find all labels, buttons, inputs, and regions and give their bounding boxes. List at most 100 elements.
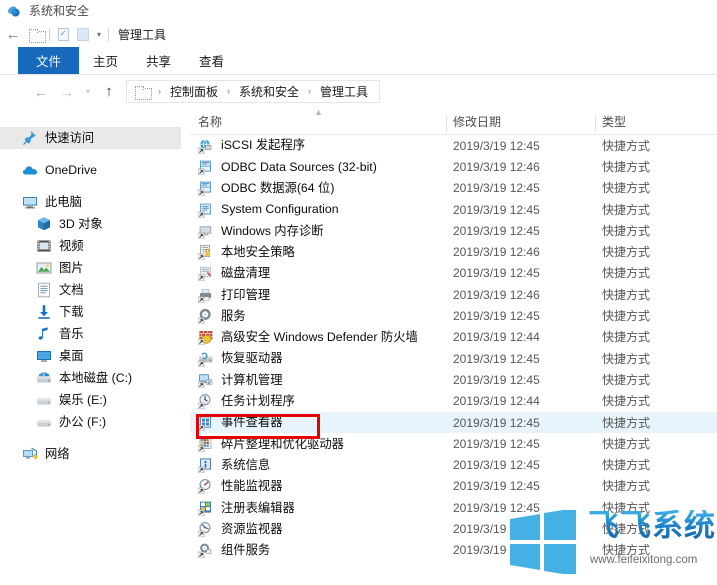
sidebar-item-3[interactable]: 3D 对象 [0, 213, 190, 235]
sidebar-item-label: 办公 (F:) [59, 414, 107, 429]
table-row[interactable]: Windows 内存诊断 2019/3/19 12:45 快捷方式 [190, 220, 717, 241]
file-name-cell[interactable]: 碎片整理和优化驱动器 [198, 436, 344, 452]
file-name-cell[interactable]: 恢复驱动器 [198, 351, 283, 367]
sidebar-item-4[interactable]: 视频 [0, 235, 190, 257]
explorer-body: 快速访问 OneDrive 此电脑 3D 对象视频图片 文档下载音乐 桌面 本地磁盘 (C:… [0, 108, 717, 585]
table-row[interactable]: 恢复驱动器 2019/3/19 12:45 快捷方式 [190, 348, 717, 369]
table-row[interactable]: 事件查看器 2019/3/19 12:45 快捷方式 [190, 411, 717, 434]
file-name-label: 本地安全策略 [221, 244, 295, 259]
forward-button[interactable]: → [54, 79, 80, 105]
table-row[interactable]: 资源监视器 2019/3/19 12:45 快捷方式 [190, 518, 717, 539]
table-row[interactable]: ODBC 数据源(64 位) 2019/3/19 12:45 快捷方式 [190, 178, 717, 199]
breadcrumb[interactable]: › 控制面板 › 系统和安全 › 管理工具 [126, 80, 381, 103]
file-name-cell[interactable]: 系统信息 [198, 457, 270, 474]
file-name-cell[interactable]: 磁盘清理 [198, 265, 270, 282]
column-header-date[interactable]: 修改日期 [453, 113, 501, 134]
breadcrumb-item-system-security[interactable]: 系统和安全 [236, 83, 302, 100]
properties-icon[interactable] [53, 25, 73, 45]
file-name-cell[interactable]: 服务 [198, 308, 246, 325]
file-name-cell[interactable]: System Configuration [198, 202, 339, 218]
column-header-type[interactable]: 类型 [602, 113, 626, 134]
odbc-icon [198, 180, 214, 197]
breadcrumb-separator-2[interactable]: › [302, 87, 317, 96]
table-row[interactable]: 组件服务 2019/3/19 12:45 快捷方式 [190, 540, 717, 561]
tab-file[interactable]: 文件 [18, 47, 80, 74]
sidebar-item-label: 下载 [59, 304, 84, 319]
breadcrumb-separator-1[interactable]: › [221, 87, 236, 96]
sidebar-item-8[interactable]: 音乐 [0, 323, 190, 345]
title-back-icon[interactable]: ← [0, 24, 26, 46]
table-row[interactable]: 碎片整理和优化驱动器 2019/3/19 12:45 快捷方式 [190, 433, 717, 454]
table-row[interactable]: 磁盘清理 2019/3/19 12:45 快捷方式 [190, 263, 717, 284]
file-type-cell: 快捷方式 [602, 138, 651, 153]
file-name-cell[interactable]: 性能监视器 [198, 478, 283, 495]
file-date-cell: 2019/3/19 12:45 [453, 223, 540, 238]
sidebar-item-5[interactable]: 图片 [0, 257, 190, 279]
recent-locations-button[interactable]: ▾ [80, 79, 96, 105]
file-name-cell[interactable]: 事件查看器 [198, 415, 283, 431]
breadcrumb-item-admin-tools[interactable]: 管理工具 [317, 83, 371, 100]
file-name-cell[interactable]: 本地安全策略 [198, 244, 295, 261]
file-name-cell[interactable]: 任务计划程序 [198, 393, 295, 410]
table-row[interactable]: 本地安全策略 2019/3/19 12:46 快捷方式 [190, 241, 717, 262]
table-row[interactable]: 任务计划程序 2019/3/19 12:44 快捷方式 [190, 391, 717, 412]
sidebar-item-9[interactable]: 桌面 [0, 345, 190, 367]
sidebar-item-10[interactable]: 本地磁盘 (C:) [0, 367, 190, 389]
table-row[interactable]: 高级安全 Windows Defender 防火墙 2019/3/19 12:44… [190, 327, 717, 348]
music-icon [36, 326, 52, 342]
sidebar-item-13[interactable]: 网络 [0, 443, 190, 465]
breadcrumb-separator-0[interactable]: › [152, 87, 167, 96]
file-date-cell: 2019/3/19 12:45 [453, 309, 540, 324]
file-type-cell: 快捷方式 [602, 479, 651, 494]
file-name-cell[interactable]: iSCSI 发起程序 [198, 138, 305, 154]
file-name-cell[interactable]: ODBC 数据源(64 位) [198, 180, 334, 197]
file-date-cell: 2019/3/19 12:45 [453, 521, 540, 536]
tab-view[interactable]: 查看 [185, 47, 238, 74]
breadcrumb-item-control-panel[interactable]: 控制面板 [167, 83, 221, 100]
new-folder-icon[interactable] [73, 25, 93, 45]
file-name-cell[interactable]: Windows 内存诊断 [198, 223, 324, 239]
folder-icon[interactable] [26, 25, 46, 45]
back-button[interactable]: ← [28, 79, 54, 105]
table-row[interactable]: System Configuration 2019/3/19 12:45 快捷方式 [190, 199, 717, 220]
column-divider-2[interactable] [595, 115, 596, 132]
sidebar-item-7[interactable]: 下载 [0, 301, 190, 323]
table-row[interactable]: iSCSI 发起程序 2019/3/19 12:45 快捷方式 [190, 135, 717, 156]
quick-access-toolbar: ← ▾ 管理工具 [0, 22, 717, 47]
sidebar-item-2[interactable]: 此电脑 [0, 191, 190, 213]
sidebar-item-11[interactable]: 娱乐 (E:) [0, 389, 190, 411]
column-divider-1[interactable] [446, 115, 447, 132]
file-name-cell[interactable]: ODBC Data Sources (32-bit) [198, 159, 377, 175]
nav-group-spacer [0, 181, 190, 191]
file-name-cell[interactable]: 计算机管理 [198, 372, 283, 388]
table-row[interactable]: ODBC Data Sources (32-bit) 2019/3/19 12:4… [190, 156, 717, 177]
local-security-policy-icon [198, 244, 214, 261]
tab-share[interactable]: 共享 [132, 47, 185, 74]
file-name-cell[interactable]: 组件服务 [198, 542, 270, 559]
odbc-icon [198, 159, 214, 175]
file-name-cell[interactable]: 资源监视器 [198, 521, 283, 537]
sidebar-item-12[interactable]: 办公 (F:) [0, 411, 190, 433]
sidebar-item-6[interactable]: 文档 [0, 279, 190, 301]
file-name-cell[interactable]: 高级安全 Windows Defender 防火墙 [198, 329, 418, 346]
file-name-cell[interactable]: 注册表编辑器 [198, 500, 295, 516]
column-header-name[interactable]: 名称 [198, 113, 222, 134]
table-row[interactable]: 服务 2019/3/19 12:45 快捷方式 [190, 305, 717, 326]
up-button[interactable]: ↑ [96, 79, 122, 105]
file-list-pane: ▲ 名称 修改日期 类型 iSCSI 发起程序 2019/3/19 12:45 快捷… [190, 108, 717, 585]
table-row[interactable]: 注册表编辑器 2019/3/19 12:45 快捷方式 [190, 497, 717, 518]
breadcrumb-folder-icon[interactable] [132, 82, 152, 102]
table-row[interactable]: 计算机管理 2019/3/19 12:45 快捷方式 [190, 369, 717, 390]
sidebar-item-0[interactable]: 快速访问 [0, 127, 181, 149]
file-name-label: iSCSI 发起程序 [221, 138, 306, 153]
iscsi-icon [198, 138, 214, 154]
sidebar-item-label: 视频 [59, 238, 84, 253]
table-row[interactable]: 性能监视器 2019/3/19 12:45 快捷方式 [190, 476, 717, 497]
file-name-cell[interactable]: 打印管理 [198, 287, 270, 303]
table-row[interactable]: 打印管理 2019/3/19 12:46 快捷方式 [190, 284, 717, 305]
chevron-down-icon[interactable]: ▾ [93, 30, 105, 39]
table-row[interactable]: 系统信息 2019/3/19 12:45 快捷方式 [190, 454, 717, 475]
sidebar-item-1[interactable]: OneDrive [0, 159, 190, 181]
tab-home[interactable]: 主页 [79, 47, 132, 74]
sidebar-item-label: OneDrive [45, 162, 97, 177]
